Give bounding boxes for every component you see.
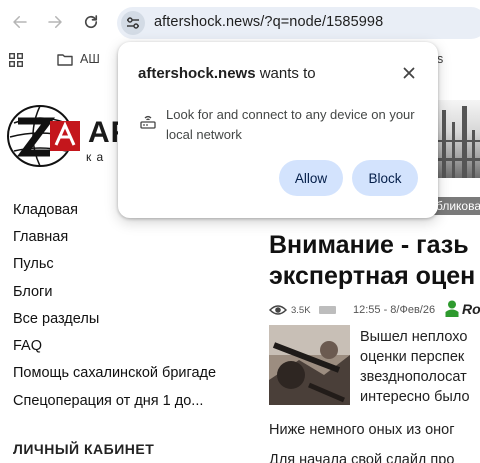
bookmark-folder-label: АШ bbox=[80, 52, 100, 66]
article-body-line: Ниже немного оных из оног bbox=[269, 422, 455, 438]
allow-button[interactable]: Allow bbox=[279, 160, 343, 196]
eye-icon bbox=[269, 305, 287, 315]
permission-description: Look for and connect to any device on yo… bbox=[166, 107, 415, 142]
dialog-site-name: aftershock.news bbox=[138, 65, 256, 82]
sidebar-item-pulse[interactable]: Пульс bbox=[13, 256, 54, 272]
personal-cabinet-heading: ЛИЧНЫЙ КАБИНЕТ bbox=[13, 441, 155, 457]
close-icon bbox=[403, 67, 415, 79]
article-thumbnail[interactable] bbox=[269, 325, 350, 405]
dialog-title: aftershock.news wants to bbox=[138, 65, 316, 82]
article-headline[interactable]: Внимание - газь экспертная оцен bbox=[269, 230, 480, 292]
reload-icon bbox=[84, 15, 98, 29]
article-excerpt: Вышел неплохо оценки перспек звезднополо… bbox=[360, 327, 480, 407]
forward-button[interactable] bbox=[43, 10, 67, 34]
sidebar-item-faq[interactable]: FAQ bbox=[13, 338, 42, 354]
thumbnail-image bbox=[269, 325, 350, 405]
arrow-left-icon bbox=[13, 16, 27, 28]
local-network-permission-dialog: aftershock.news wants to Look for and co… bbox=[118, 42, 438, 218]
url-text[interactable]: aftershock.news/?q=node/1585998 bbox=[154, 14, 383, 30]
tune-icon bbox=[127, 17, 139, 29]
sidebar-item-special-operation[interactable]: Спецоперация от дня 1 до... bbox=[13, 393, 203, 409]
apps-button[interactable] bbox=[8, 52, 23, 72]
local-network-device-icon bbox=[140, 115, 156, 129]
browser-toolbar: aftershock.news/?q=node/1585998 bbox=[0, 0, 480, 44]
view-count: 3.5K bbox=[291, 305, 311, 316]
back-button[interactable] bbox=[8, 10, 32, 34]
folder-icon bbox=[57, 53, 73, 66]
article-body-line: Для начала свой слайд про bbox=[269, 452, 455, 463]
sidebar-item-home[interactable]: Главная bbox=[13, 229, 68, 245]
article-meta: 3.5K 12:55 - 8/Фев/26 Ro bbox=[269, 300, 480, 318]
article-datetime: 12:55 - 8/Фев/26 bbox=[353, 304, 436, 316]
article-author[interactable]: Ro bbox=[462, 301, 480, 317]
comment-icon bbox=[319, 306, 336, 314]
sidebar-item-kladovaya[interactable]: Кладовая bbox=[13, 202, 78, 218]
excerpt-line: звезднополосат bbox=[360, 369, 467, 385]
grid-icon bbox=[8, 52, 23, 67]
sidebar-item-sakhalin-help[interactable]: Помощь сахалинской бригаде bbox=[13, 365, 216, 381]
headline-line-2: экспертная оцен bbox=[269, 262, 476, 290]
dialog-title-suffix: wants to bbox=[255, 65, 316, 82]
excerpt-line: интересно было bbox=[360, 389, 470, 405]
excerpt-line: Вышел неплохо bbox=[360, 329, 468, 345]
headline-line-1: Внимание - газь bbox=[269, 231, 469, 259]
block-button[interactable]: Block bbox=[352, 160, 418, 196]
arrow-right-icon bbox=[48, 16, 62, 28]
user-icon bbox=[445, 300, 459, 317]
sidebar-item-all-sections[interactable]: Все разделы bbox=[13, 311, 99, 327]
bookmark-folder[interactable]: АШ bbox=[57, 52, 100, 66]
excerpt-line: оценки перспек bbox=[360, 349, 465, 365]
header-image bbox=[438, 100, 480, 178]
site-info-button[interactable] bbox=[121, 11, 145, 35]
logo-emblem-icon bbox=[7, 105, 80, 167]
dialog-close-button[interactable] bbox=[399, 63, 419, 83]
site-tagline: ка bbox=[86, 150, 109, 164]
reload-button[interactable] bbox=[79, 10, 103, 34]
sidebar-item-blogs[interactable]: Блоги bbox=[13, 284, 52, 300]
site-logo[interactable] bbox=[6, 103, 90, 174]
address-bar[interactable]: aftershock.news/?q=node/1585998 bbox=[117, 7, 480, 39]
